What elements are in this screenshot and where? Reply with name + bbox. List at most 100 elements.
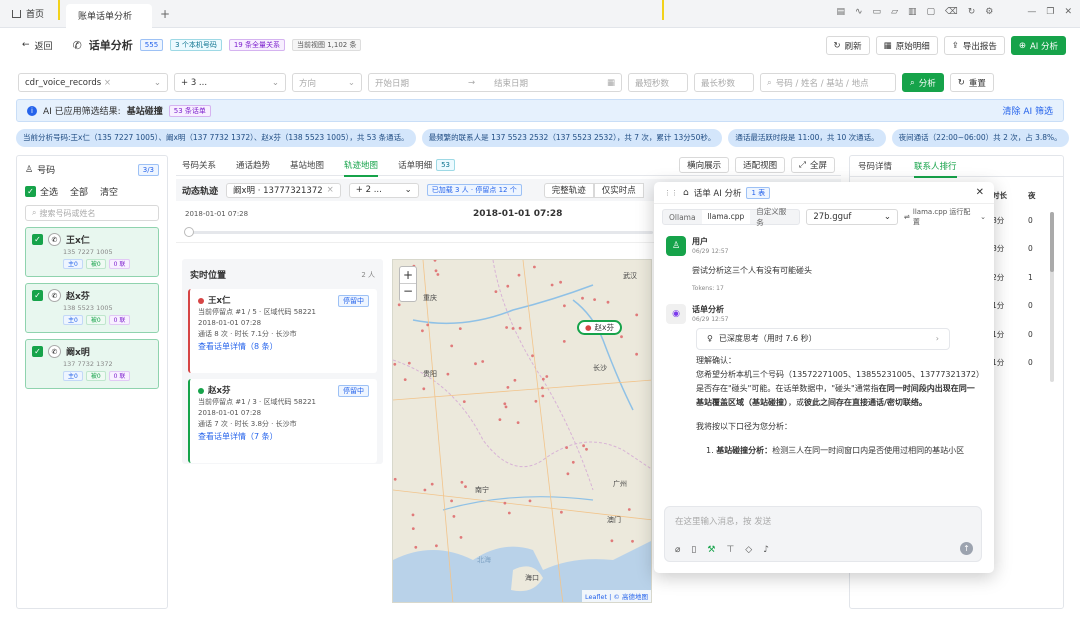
- person-card[interactable]: ✓ ✆ 阚x明 137 7732 1372 主0 被0 0 联: [25, 339, 159, 389]
- tab-trend[interactable]: 通话趋势: [236, 159, 270, 171]
- tab-track-map[interactable]: 轨迹地图: [344, 159, 379, 177]
- pulse-icon[interactable]: ∿: [855, 7, 863, 17]
- ai-input[interactable]: 在这里输入消息，按 发送: [665, 507, 981, 535]
- provider-llamacpp[interactable]: llama.cpp: [701, 210, 751, 224]
- person-card[interactable]: ✓ ✆ 赵x芬 138 5523 1005 主0 被0 0 联: [25, 283, 159, 333]
- number-select[interactable]: + 3 ... ⌄: [174, 73, 286, 92]
- tab-contact-rank[interactable]: 联系人排行: [914, 160, 957, 178]
- table-row[interactable]: 2分 1: [992, 263, 1058, 292]
- trash-icon[interactable]: ⌫: [945, 7, 958, 17]
- tab-number-detail[interactable]: 号码详情: [858, 160, 892, 172]
- map-attribution[interactable]: Leaflet | © 高德地图: [581, 590, 651, 602]
- tab-cdr-detail[interactable]: 话单明细 53: [398, 159, 455, 171]
- export-button[interactable]: ⇪ 导出报告: [943, 36, 1005, 55]
- close-icon[interactable]: ✕: [976, 187, 984, 198]
- tab-station-map[interactable]: 基站地图: [290, 159, 324, 171]
- monitor-icon[interactable]: ▢: [927, 7, 936, 17]
- poi-dot: [407, 361, 411, 365]
- phone-icon: ✆: [48, 289, 61, 302]
- scrollbar[interactable]: [1050, 212, 1054, 382]
- zoom-in-button[interactable]: +: [400, 267, 416, 284]
- chat-icon[interactable]: ▭: [873, 7, 882, 17]
- reset-button[interactable]: ↻ 重置: [949, 73, 994, 92]
- table-row[interactable]: 1分 0: [992, 349, 1058, 378]
- cell-night: 0: [1028, 215, 1033, 225]
- ai-analyze-button[interactable]: ⊕ AI 分析: [1010, 36, 1066, 55]
- number-search-input[interactable]: ⌕ 搜索号码或姓名: [25, 205, 159, 221]
- details-button[interactable]: ▦ 原始明细: [875, 36, 938, 55]
- insight-pill: 夜间通话（22:00~06:00）共 2 次，占 3.8%。: [891, 129, 1069, 147]
- restore-icon[interactable]: ❐: [1046, 7, 1054, 17]
- mic-icon[interactable]: ♪: [763, 545, 769, 555]
- provider-ollama[interactable]: Ollama: [663, 213, 702, 222]
- drag-handle-icon[interactable]: ⋮⋮: [664, 189, 678, 197]
- stamp-icon[interactable]: ⊤: [726, 545, 734, 555]
- doc-icon[interactable]: ▤: [836, 7, 845, 17]
- tab-home[interactable]: 首页: [0, 0, 56, 28]
- table-row[interactable]: 1分 0: [992, 292, 1058, 321]
- poi-dot: [462, 400, 466, 403]
- ai-filter-banner: i AI 已应用筛选结果: 基站碰撞 53 条话单 清除 AI 筛选: [16, 99, 1064, 122]
- check-icon[interactable]: ✓: [32, 234, 43, 245]
- fullscreen-button[interactable]: ⤢ 全屏: [791, 157, 835, 173]
- provider-custom[interactable]: 自定义服务: [750, 206, 799, 228]
- wrench-icon[interactable]: ⚒: [707, 545, 715, 555]
- folder-icon[interactable]: ▱: [891, 7, 898, 17]
- new-tab-button[interactable]: +: [160, 7, 170, 21]
- person-phone: 137 7732 1372: [63, 360, 113, 368]
- track-more-select[interactable]: + 2 ... ⌄: [348, 182, 419, 198]
- select-all-checkbox[interactable]: ✓ 全选: [25, 185, 58, 198]
- send-button[interactable]: ↑: [960, 542, 973, 555]
- select-all-label: 全选: [40, 188, 59, 198]
- timeline-handle[interactable]: [184, 227, 194, 237]
- realtime-card[interactable]: 赵x芬 停留中 当前停留点 #1 / 3 · 区域代码 58221 2018-01…: [188, 379, 377, 463]
- track-person-select[interactable]: 阚x明 · 13777321372 ×: [226, 182, 341, 198]
- close-icon[interactable]: ✕: [1064, 7, 1072, 17]
- zoom-out-button[interactable]: −: [400, 284, 416, 301]
- max-seconds-input[interactable]: 最长秒数: [694, 73, 754, 92]
- all-button[interactable]: 全部: [70, 185, 88, 198]
- map[interactable]: 重庆 长沙 贵阳 南宁 广州 澳门 海口 武汉 北海 ● 赵x芬 + − Leaf…: [392, 259, 652, 603]
- fit-view-button[interactable]: 适配视图: [735, 157, 786, 173]
- stay-only-button[interactable]: 仅实时点: [593, 182, 644, 198]
- realtime-detail-link[interactable]: 查看话单详情（7 条）: [198, 431, 369, 442]
- analyze-button[interactable]: ⌕ 分析: [902, 73, 944, 92]
- check-icon[interactable]: ✓: [32, 346, 43, 357]
- table-select[interactable]: cdr_voice_records × ⌄: [18, 73, 168, 92]
- table-row[interactable]: 1分 0: [992, 320, 1058, 349]
- search-input[interactable]: ⌕ 号码 / 姓名 / 基站 / 地点: [760, 73, 896, 92]
- minimize-icon[interactable]: —: [1027, 7, 1036, 17]
- city-label: 重庆: [423, 293, 437, 302]
- table-row[interactable]: 8分 0: [992, 206, 1058, 235]
- refresh-button[interactable]: ↻ 刷新: [825, 36, 870, 55]
- clear-button[interactable]: 清空: [100, 185, 118, 198]
- timeline-track[interactable]: [188, 231, 653, 234]
- check-icon[interactable]: ✓: [32, 290, 43, 301]
- marker-label: 赵x芬: [594, 323, 614, 332]
- file-icon[interactable]: ▯: [691, 545, 696, 555]
- user-icon: ♙: [25, 164, 34, 175]
- folder2-icon[interactable]: ▥: [908, 7, 917, 17]
- arrow-right-icon: →: [467, 77, 476, 88]
- realtime-card[interactable]: 王x仁 停留中 当前停留点 #1 / 5 · 区域代码 58221 2018-01…: [188, 289, 377, 373]
- tab-relations[interactable]: 号码关系: [182, 159, 216, 171]
- realtime-detail-link[interactable]: 查看话单详情（8 条）: [198, 341, 369, 352]
- direction-select[interactable]: 方向 ⌄: [292, 73, 362, 92]
- gear-icon[interactable]: ⚙: [985, 7, 993, 17]
- thinking-block[interactable]: ♀ 已深度思考（用时 7.6 秒） ›: [696, 328, 950, 350]
- map-marker[interactable]: ● 赵x芬: [577, 320, 622, 335]
- refresh-icon[interactable]: ↻: [968, 7, 976, 17]
- model-select[interactable]: 27b.gguf ⌄: [806, 209, 899, 225]
- runtime-config-button[interactable]: ⇌ llama.cpp 运行配置 ⌄: [904, 207, 986, 227]
- back-button[interactable]: ← 返回: [22, 39, 53, 52]
- full-track-button[interactable]: 完整轨迹: [543, 182, 594, 198]
- person-card[interactable]: ✓ ✆ 王x仁 135 7227 1005 主0 被0 0 联: [25, 227, 159, 277]
- min-seconds-input[interactable]: 最短秒数: [628, 73, 688, 92]
- eraser-icon[interactable]: ◇: [745, 545, 752, 555]
- horizontal-button[interactable]: 横向展示: [679, 157, 730, 173]
- table-row[interactable]: 8分 0: [992, 235, 1058, 264]
- date-range[interactable]: 开始日期 → 结束日期 ▦: [368, 73, 622, 92]
- paperclip-icon[interactable]: ⌀: [675, 545, 680, 555]
- tab-current[interactable]: 账单话单分析: [66, 3, 153, 28]
- clear-ai-filter-link[interactable]: 清除 AI 筛选: [1002, 104, 1053, 117]
